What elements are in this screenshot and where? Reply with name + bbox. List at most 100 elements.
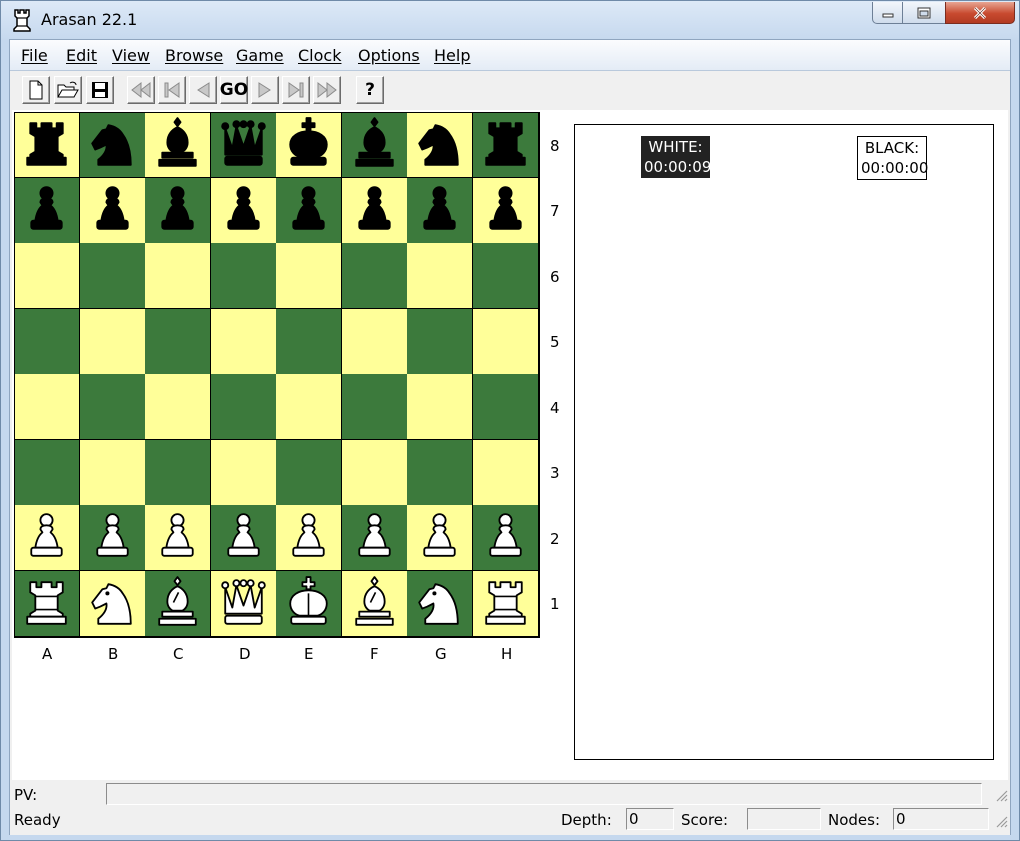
square-a1[interactable]: .ln{stroke:#000000;stroke-width:1.6;fill… [14,570,80,637]
maximize-icon [917,7,931,18]
menu-view[interactable]: View [112,46,150,65]
square-h4[interactable] [472,374,539,440]
square-b8[interactable]: .ln{stroke:#ffffff;stroke-width:1.6;fill… [79,112,146,178]
square-b3[interactable] [79,439,146,506]
square-b4[interactable] [79,374,146,440]
square-e5[interactable] [276,308,342,375]
square-c1[interactable]: .ln{stroke:#000000;stroke-width:1.6;fill… [145,570,211,637]
square-g7[interactable]: .ln{stroke:#ffffff;stroke-width:1.6;fill… [407,177,473,244]
square-f3[interactable] [341,439,408,506]
white-pawn-icon: .ln{stroke:#000000;stroke-width:1.6;fill… [226,513,260,557]
square-c5[interactable] [145,308,211,375]
forward-button[interactable] [251,76,279,104]
square-e2[interactable]: .ln{stroke:#000000;stroke-width:1.6;fill… [276,505,342,571]
square-g1[interactable]: .ln{stroke:#000000;stroke-width:1.6;fill… [407,570,473,637]
square-f2[interactable]: .ln{stroke:#000000;stroke-width:1.6;fill… [341,505,408,571]
resize-grip-icon[interactable] [994,814,1008,828]
black-king-icon: .ln{stroke:#ffffff;stroke-width:1.6;fill… [289,117,328,166]
square-a7[interactable]: .ln{stroke:#ffffff;stroke-width:1.6;fill… [14,177,80,244]
square-h1[interactable]: .ln{stroke:#000000;stroke-width:1.6;fill… [472,570,539,637]
square-f8[interactable]: .ln{stroke:#ffffff;stroke-width:1.6;fill… [341,112,408,178]
square-d1[interactable]: .ln{stroke:#000000;stroke-width:1.6;fill… [210,570,277,637]
first-move-button[interactable] [127,76,155,104]
rank-label: 7 [550,202,560,220]
square-h6[interactable] [472,243,539,309]
maximize-button[interactable] [902,2,946,24]
help-button[interactable]: ? [356,76,384,104]
title-bar[interactable]: Arasan 22.1 [1,1,1019,39]
square-h5[interactable] [472,308,539,375]
square-g4[interactable] [407,374,473,440]
square-c6[interactable] [145,243,211,309]
square-b5[interactable] [79,308,146,375]
chess-board[interactable]: .ln{stroke:#ffffff;stroke-width:1.6;fill… [14,112,540,638]
square-h8[interactable]: .ln{stroke:#ffffff;stroke-width:1.6;fill… [472,112,539,178]
menu-file[interactable]: File [21,46,48,65]
square-e1[interactable]: .ln{stroke:#000000;stroke-width:1.6;fill… [276,570,342,637]
new-button[interactable] [22,76,50,104]
resize-grip-icon[interactable] [994,788,1008,802]
menu-game[interactable]: Game [236,46,284,65]
square-e6[interactable] [276,243,342,309]
square-f1[interactable]: .ln{stroke:#000000;stroke-width:1.6;fill… [341,570,408,637]
square-a2[interactable]: .ln{stroke:#000000;stroke-width:1.6;fill… [14,505,80,571]
rank-label: 3 [550,464,560,482]
square-d4[interactable] [210,374,277,440]
square-g5[interactable] [407,308,473,375]
square-f6[interactable] [341,243,408,309]
square-h7[interactable]: .ln{stroke:#ffffff;stroke-width:1.6;fill… [472,177,539,244]
square-f5[interactable] [341,308,408,375]
start-button[interactable] [158,76,186,104]
square-h3[interactable] [472,439,539,506]
save-button[interactable] [86,76,114,104]
square-b7[interactable]: .ln{stroke:#ffffff;stroke-width:1.6;fill… [79,177,146,244]
last-move-button[interactable] [313,76,341,104]
square-d3[interactable] [210,439,277,506]
square-d8[interactable]: .ln{stroke:#ffffff;stroke-width:1.6;fill… [210,112,277,178]
square-f4[interactable] [341,374,408,440]
white-pawn-icon: .ln{stroke:#000000;stroke-width:1.6;fill… [161,513,194,557]
menu-edit[interactable]: Edit [66,46,97,65]
square-b2[interactable]: .ln{stroke:#000000;stroke-width:1.6;fill… [79,505,146,571]
black-pawn-icon: .ln{stroke:#ffffff;stroke-width:1.6;fill… [488,185,522,230]
menu-help[interactable]: Help [434,46,470,65]
square-b1[interactable]: .ln{stroke:#000000;stroke-width:1.6;fill… [79,570,146,637]
back-button[interactable] [189,76,217,104]
square-d7[interactable]: .ln{stroke:#ffffff;stroke-width:1.6;fill… [210,177,277,244]
square-a4[interactable] [14,374,80,440]
square-h2[interactable]: .ln{stroke:#000000;stroke-width:1.6;fill… [472,505,539,571]
square-e7[interactable]: .ln{stroke:#ffffff;stroke-width:1.6;fill… [276,177,342,244]
black-bishop-icon: .ln{stroke:#ffffff;stroke-width:1.6;fill… [354,117,394,167]
square-d6[interactable] [210,243,277,309]
square-c2[interactable]: .ln{stroke:#000000;stroke-width:1.6;fill… [145,505,211,571]
square-e4[interactable] [276,374,342,440]
square-f7[interactable]: .ln{stroke:#ffffff;stroke-width:1.6;fill… [341,177,408,244]
square-e8[interactable]: .ln{stroke:#ffffff;stroke-width:1.6;fill… [276,112,342,178]
square-c8[interactable]: .ln{stroke:#ffffff;stroke-width:1.6;fill… [145,112,211,178]
square-c3[interactable] [145,439,211,506]
square-g8[interactable]: .ln{stroke:#ffffff;stroke-width:1.6;fill… [407,112,473,178]
square-c7[interactable]: .ln{stroke:#ffffff;stroke-width:1.6;fill… [145,177,211,244]
close-button[interactable] [945,2,1015,24]
black-clock-label: BLACK: [864,139,920,157]
go-button[interactable]: GO [220,76,248,104]
menu-clock[interactable]: Clock [298,46,341,65]
square-a3[interactable] [14,439,80,506]
square-d5[interactable] [210,308,277,375]
minimize-button[interactable] [872,2,903,24]
end-button[interactable] [282,76,310,104]
square-g3[interactable] [407,439,473,506]
white-pawn-icon: .ln{stroke:#000000;stroke-width:1.6;fill… [423,513,456,557]
menu-options[interactable]: Options [358,46,420,65]
square-g2[interactable]: .ln{stroke:#000000;stroke-width:1.6;fill… [407,505,473,571]
square-a8[interactable]: .ln{stroke:#ffffff;stroke-width:1.6;fill… [14,112,80,178]
open-button[interactable] [54,76,82,104]
square-c4[interactable] [145,374,211,440]
square-a6[interactable] [14,243,80,309]
square-b6[interactable] [79,243,146,309]
square-d2[interactable]: .ln{stroke:#000000;stroke-width:1.6;fill… [210,505,277,571]
square-a5[interactable] [14,308,80,375]
square-e3[interactable] [276,439,342,506]
menu-browse[interactable]: Browse [165,46,223,65]
square-g6[interactable] [407,243,473,309]
